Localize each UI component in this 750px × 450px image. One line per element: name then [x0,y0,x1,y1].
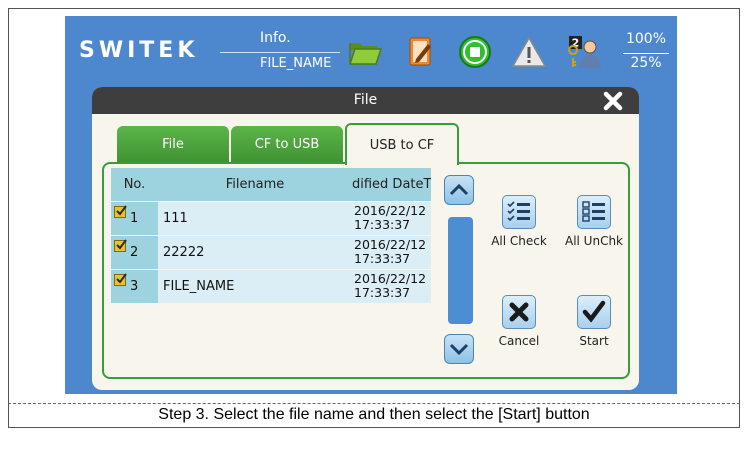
cancel-label: Cancel [498,334,540,348]
all-check-label: All Check [491,234,547,248]
close-icon[interactable] [602,90,624,112]
percent-divider [623,53,669,54]
all-uncheck-label: All UnChk [564,234,623,248]
table-header: No. Filename dified DateTi [111,168,431,201]
brand-logo: SWITEK [79,38,199,63]
tab-file[interactable]: File [117,126,229,163]
cancel-button[interactable]: Cancel [484,295,554,348]
dialog-title: File [92,87,639,114]
row-checkbox[interactable] [114,239,127,252]
info-value: FILE_NAME [260,56,332,71]
x-icon [502,295,536,329]
scroll-down-button[interactable] [444,334,474,364]
uncheck-list-icon [577,195,611,229]
folder-open-icon[interactable] [347,34,383,70]
row-datetime: 2016/22/12 17:33:37 [354,204,427,232]
warning-icon[interactable] [511,34,547,70]
column-header-filename: Filename [225,177,285,192]
row-filename: 111 [163,211,188,226]
scroll-up-button[interactable] [444,175,474,205]
stop-icon[interactable] [457,34,493,70]
chevron-down-icon [449,343,469,356]
all-check-button[interactable]: All Check [484,195,554,248]
file-dialog: File File CF to USB USB to CF No. Filena… [92,87,639,390]
row-filename: FILE_NAME [163,279,235,294]
scrollbar-thumb[interactable] [448,217,473,324]
info-divider [220,52,340,53]
user-level-icon[interactable]: 2 [567,34,603,70]
tab-usb-to-cf[interactable]: USB to CF [345,123,459,165]
column-header-modified: dified DateTi [352,177,431,192]
check-list-icon [502,195,536,229]
caption-divider [8,403,740,404]
row-checkbox[interactable] [114,205,127,218]
row-number: 1 [130,211,139,226]
row-checkbox[interactable] [114,273,127,286]
column-header-no: No. [123,177,146,192]
percent-top: 100% [625,31,667,47]
row-datetime: 2016/22/12 17:33:37 [354,238,427,266]
tab-cf-to-usb[interactable]: CF to USB [231,126,343,163]
row-datetime: 2016/22/12 17:33:37 [354,272,427,300]
info-label: Info. [260,30,291,46]
chevron-up-icon [449,183,469,196]
all-uncheck-button[interactable]: All UnChk [559,195,629,248]
percent-bottom: 25% [630,55,662,71]
start-label: Start [579,334,609,348]
row-number: 2 [130,245,139,260]
checkmark-icon [577,295,611,329]
row-filename: 22222 [163,245,205,260]
table-row[interactable]: 3 FILE_NAME 2016/22/12 17:33:37 [111,270,431,303]
figure-caption: Step 3. Select the file name and then se… [158,406,590,423]
start-button[interactable]: Start [559,295,629,348]
table-row[interactable]: 1 111 2016/22/12 17:33:37 [111,202,431,235]
row-number: 3 [130,279,139,294]
edit-document-icon[interactable] [403,34,439,70]
table-row[interactable]: 2 22222 2016/22/12 17:33:37 [111,236,431,269]
